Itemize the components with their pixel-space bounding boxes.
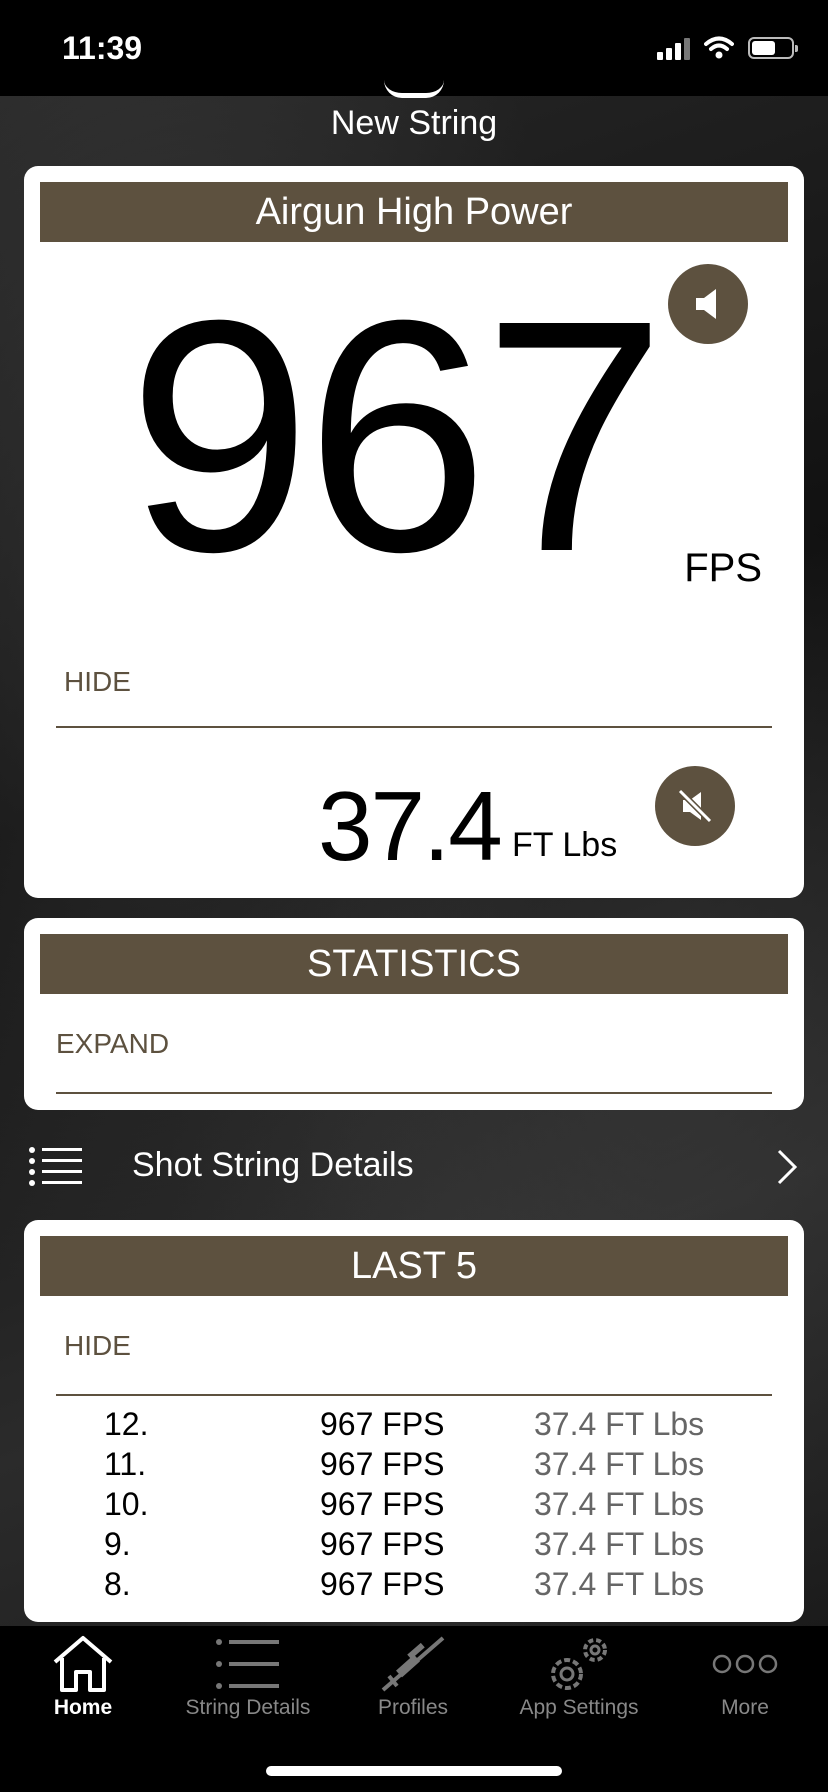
wifi-icon — [704, 36, 734, 59]
tab-label: App Settings — [519, 1696, 639, 1719]
list-item: 10. 967 FPS 37.4 FT Lbs — [24, 1486, 804, 1526]
energy-unit: FT Lbs — [512, 826, 618, 864]
tab-label: Profiles — [377, 1696, 449, 1719]
shot-velocity: 967 FPS — [320, 1486, 445, 1522]
list-item: 8. 967 FPS 37.4 FT Lbs — [24, 1566, 804, 1606]
divider — [56, 1394, 772, 1396]
tab-app-settings[interactable]: App Settings — [496, 1626, 662, 1746]
home-indicator[interactable] — [266, 1766, 562, 1776]
mute-button[interactable] — [655, 766, 735, 846]
shot-list: 12. 967 FPS 37.4 FT Lbs 11. 967 FPS 37.4… — [24, 1406, 804, 1606]
shot-velocity: 967 FPS — [320, 1566, 445, 1602]
expand-toggle[interactable]: EXPAND — [56, 1028, 169, 1060]
shot-number: 9. — [104, 1526, 131, 1562]
tab-label: Home — [53, 1696, 113, 1719]
battery-icon — [748, 37, 798, 59]
tab-more[interactable]: More — [662, 1626, 828, 1746]
list-icon — [216, 1639, 279, 1689]
shot-velocity: 967 FPS — [320, 1406, 445, 1442]
list-icon — [29, 1147, 82, 1186]
shot-energy: 37.4 FT Lbs — [534, 1486, 705, 1522]
tab-home[interactable]: Home — [0, 1626, 166, 1746]
chevron-right-icon — [777, 1149, 798, 1185]
shot-number: 10. — [104, 1486, 149, 1522]
more-icon — [712, 1654, 778, 1674]
tab-string-details[interactable]: String Details — [165, 1626, 331, 1746]
rifle-icon — [381, 1636, 445, 1692]
velocity-unit: FPS — [684, 546, 762, 590]
shot-number: 8. — [104, 1566, 131, 1602]
speaker-muted-icon — [677, 788, 713, 824]
list-item: 9. 967 FPS 37.4 FT Lbs — [24, 1526, 804, 1566]
energy-readout: 37.4 — [318, 771, 503, 881]
shot-velocity: 967 FPS — [320, 1446, 445, 1482]
list-item: 12. 967 FPS 37.4 FT Lbs — [24, 1406, 804, 1446]
shot-energy: 37.4 FT Lbs — [534, 1406, 705, 1442]
shot-energy: 37.4 FT Lbs — [534, 1446, 705, 1482]
shot-energy: 37.4 FT Lbs — [534, 1566, 705, 1602]
shot-energy: 37.4 FT Lbs — [534, 1526, 705, 1562]
cellular-signal-icon — [657, 36, 690, 60]
shot-number: 11. — [104, 1446, 147, 1482]
last-five-card: LAST 5 HIDE 12. 967 FPS 37.4 FT Lbs 11. … — [24, 1220, 804, 1622]
list-item: 11. 967 FPS 37.4 FT Lbs — [24, 1446, 804, 1486]
tab-label: String Details — [185, 1696, 311, 1719]
tab-profiles[interactable]: Profiles — [330, 1626, 496, 1746]
hide-toggle[interactable]: HIDE — [64, 666, 131, 698]
status-icons — [657, 36, 798, 60]
statistics-header: STATISTICS — [40, 934, 788, 994]
shot-string-details-label: Shot String Details — [132, 1146, 414, 1184]
speed-card: Airgun High Power 967 FPS HIDE 37.4 FT L… — [24, 166, 804, 898]
new-string-button[interactable]: New String — [0, 104, 828, 143]
shot-string-details-row[interactable]: Shot String Details — [0, 1134, 828, 1200]
divider — [56, 1092, 772, 1094]
last-five-header: LAST 5 — [40, 1236, 788, 1296]
tab-label: More — [721, 1696, 769, 1719]
hide-toggle[interactable]: HIDE — [64, 1330, 131, 1362]
velocity-readout: 967 — [127, 251, 667, 620]
status-time: 11:39 — [62, 30, 143, 66]
statistics-card: STATISTICS EXPAND — [24, 918, 804, 1110]
shot-velocity: 967 FPS — [320, 1526, 445, 1562]
home-icon — [53, 1636, 113, 1692]
new-string-icon[interactable] — [384, 80, 444, 98]
gears-icon — [551, 1638, 607, 1690]
divider — [56, 726, 772, 728]
shot-number: 12. — [104, 1406, 149, 1442]
